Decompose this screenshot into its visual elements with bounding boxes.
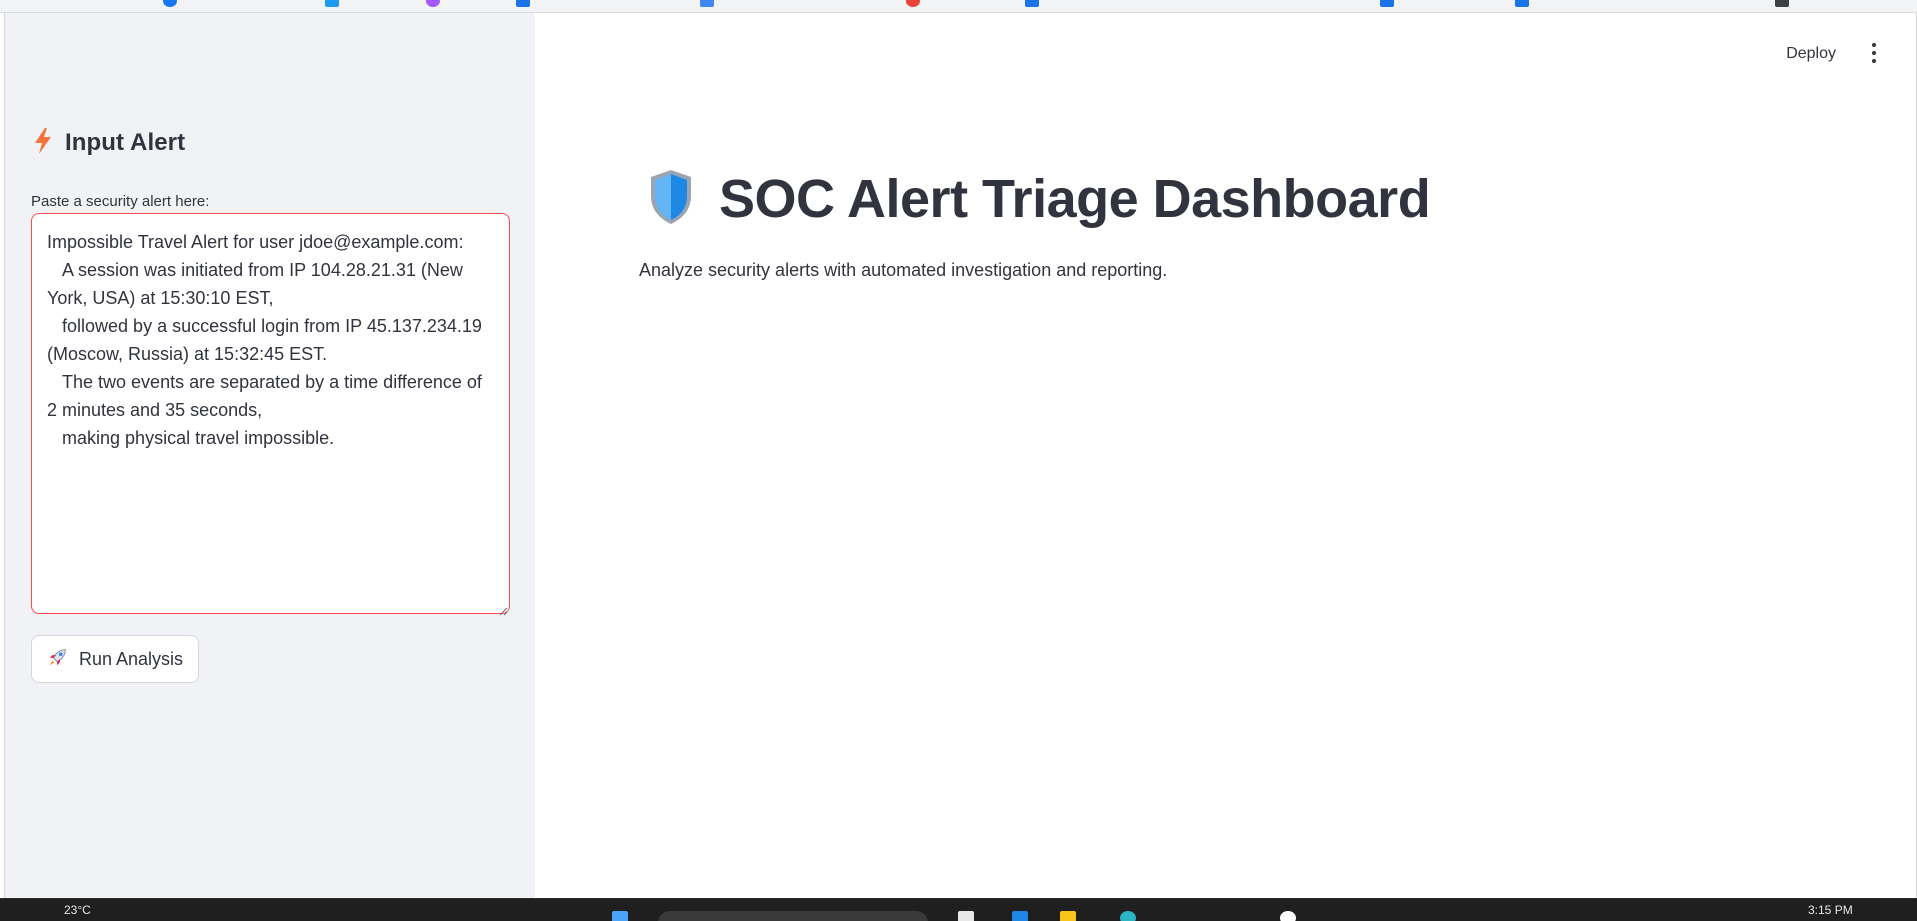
kebab-menu-icon[interactable]: [1864, 41, 1884, 65]
shield-icon: [647, 168, 695, 231]
sidebar-title: Input Alert: [65, 129, 186, 156]
lightning-icon: [33, 127, 53, 160]
main-content: Deploy SOC Alert Triage Dashboard Analyz…: [535, 13, 1916, 898]
bookmark-icon[interactable]: [1025, 0, 1039, 7]
app-icon[interactable]: [1012, 911, 1028, 921]
app-icon[interactable]: [1280, 911, 1296, 921]
bookmark-icon[interactable]: [163, 0, 177, 7]
app-icon[interactable]: [1060, 911, 1076, 921]
page-subtitle: Analyze security alerts with automated i…: [639, 260, 1168, 280]
bookmark-icon[interactable]: [700, 0, 714, 7]
bookmark-icon[interactable]: [1515, 0, 1529, 7]
bookmark-icon[interactable]: [325, 0, 339, 7]
resize-handle[interactable]: [498, 603, 508, 616]
taskbar: 23°C 3:15 PM: [0, 898, 1917, 921]
windows-start-icon[interactable]: [612, 911, 628, 921]
alert-input-label: Paste a security alert here:: [31, 193, 210, 210]
browser-icon[interactable]: [1120, 911, 1136, 921]
weather-widget[interactable]: 23°C: [64, 903, 91, 917]
bookmark-icon[interactable]: [1380, 0, 1394, 7]
bookmark-icon[interactable]: [516, 0, 530, 7]
deploy-button[interactable]: Deploy: [1786, 39, 1836, 69]
taskbar-clock[interactable]: 3:15 PM: [1808, 903, 1853, 917]
taskbar-search[interactable]: [658, 911, 928, 921]
sidebar: Input Alert Paste a security alert here:…: [5, 13, 535, 898]
bookmark-icon[interactable]: [426, 0, 440, 7]
run-analysis-button[interactable]: Run Analysis: [31, 635, 199, 683]
bookmark-icon[interactable]: [906, 0, 920, 7]
app-frame: Input Alert Paste a security alert here:…: [4, 13, 1917, 898]
page-title: SOC Alert Triage Dashboard: [719, 169, 1431, 229]
alert-textarea[interactable]: Impossible Travel Alert for user jdoe@ex…: [31, 213, 510, 614]
run-analysis-label: Run Analysis: [78, 648, 184, 669]
page-header: SOC Alert Triage Dashboard: [647, 159, 1431, 239]
file-explorer-icon[interactable]: [958, 911, 974, 921]
sidebar-header: Input Alert: [33, 127, 185, 159]
rocket-icon: [47, 646, 69, 673]
bookmark-icon[interactable]: [1775, 0, 1789, 7]
bookmarks-bar: [0, 0, 1917, 13]
